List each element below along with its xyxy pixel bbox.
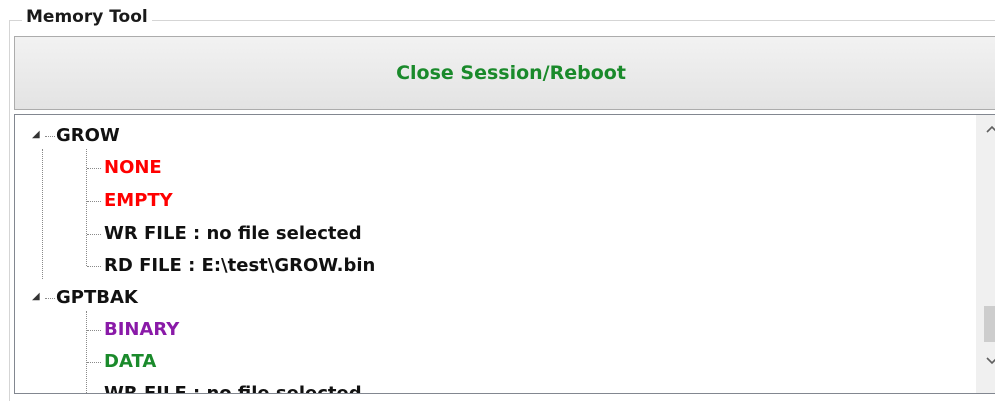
chevron-up-icon[interactable] — [977, 117, 995, 141]
expand-gptbak-icon[interactable]: ◢ — [32, 291, 40, 302]
tree-node-gptbak[interactable]: GPTBAK — [56, 283, 138, 313]
memory-tree-view[interactable]: ◢ GROW NONE EMPTY WR FILE : no file sele… — [14, 114, 995, 394]
tree-leaf-gptbak-data[interactable]: DATA — [104, 347, 156, 377]
tree-leaf-gptbak-binary[interactable]: BINARY — [104, 315, 179, 345]
chevron-down-icon[interactable] — [977, 349, 995, 373]
group-title: Memory Tool — [22, 6, 152, 28]
vertical-scrollbar[interactable] — [976, 115, 995, 393]
tree-leaf-grow-none[interactable]: NONE — [104, 153, 162, 183]
tree-leaf-grow-empty[interactable]: EMPTY — [104, 186, 173, 216]
tree-leaf-grow-wr-file[interactable]: WR FILE : no file selected — [104, 219, 362, 249]
scrollbar-thumb[interactable] — [984, 306, 995, 342]
close-session-reboot-button[interactable]: Close Session/Reboot — [14, 36, 995, 110]
expand-grow-icon[interactable]: ◢ — [32, 129, 40, 140]
tree-leaf-gptbak-wr-file[interactable]: WR FILE : no file selected — [104, 379, 362, 393]
tree-node-grow[interactable]: GROW — [56, 121, 120, 151]
tree-leaf-grow-rd-file[interactable]: RD FILE : E:\test\GROW.bin — [104, 251, 375, 281]
